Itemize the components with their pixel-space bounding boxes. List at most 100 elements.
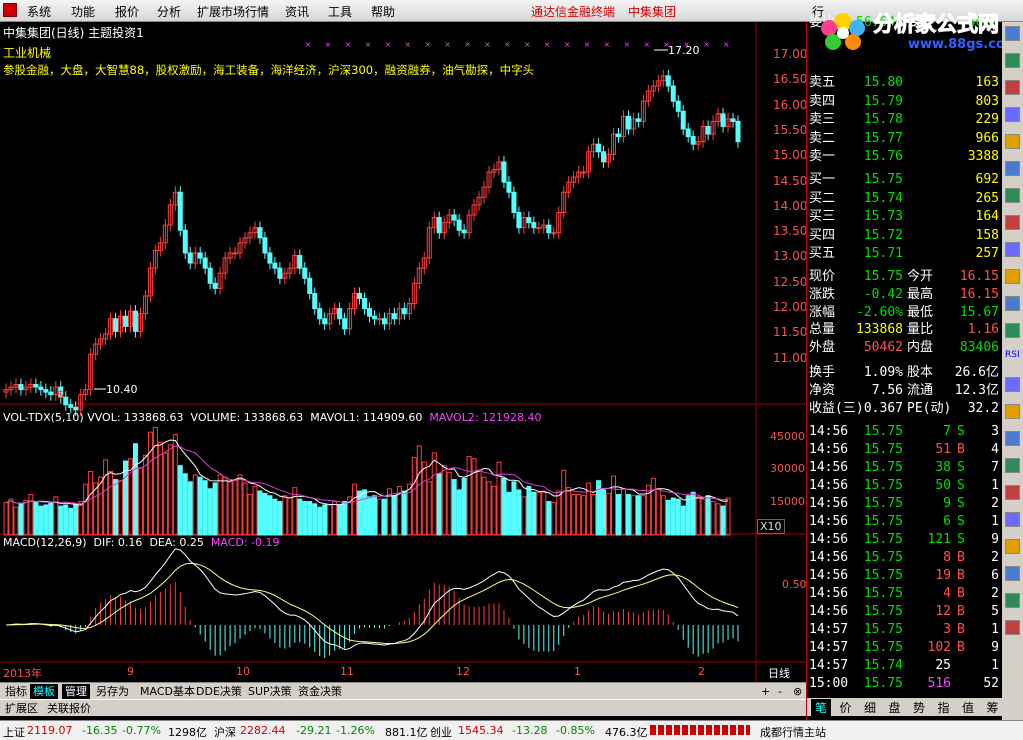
zoom-in-button[interactable]: +	[758, 684, 773, 699]
volume-bar	[705, 495, 711, 536]
sh-change: -16.35	[82, 724, 118, 737]
move-icon[interactable]	[1005, 377, 1020, 392]
f10-icon[interactable]	[1005, 134, 1020, 149]
tick-count: 2	[991, 550, 999, 565]
hand-icon[interactable]	[1005, 485, 1020, 500]
pen-icon[interactable]	[1005, 458, 1020, 473]
stat2-value-2: 32.2	[967, 401, 999, 416]
tick-time: 14:56	[809, 550, 849, 565]
tick-count: 9	[991, 532, 999, 547]
detail-tab-1[interactable]: 价	[836, 699, 856, 716]
back-icon[interactable]	[1005, 593, 1020, 608]
tab-fund[interactable]: 资金决策	[295, 684, 345, 699]
list-icon[interactable]	[1005, 188, 1020, 203]
tick-direction: S	[957, 496, 965, 511]
grid-icon[interactable]	[1005, 215, 1020, 230]
trend-icon[interactable]	[1005, 53, 1020, 68]
bars-icon[interactable]	[1005, 296, 1020, 311]
volume-bar	[700, 498, 706, 536]
fullscreen-icon[interactable]	[1005, 80, 1020, 95]
menu-news[interactable]: 资讯	[285, 3, 309, 20]
kline-chart-area[interactable]: × × × × × × × × × × × × × × × × × × × × × × 中集集团(日线) 主题投资1 工业…	[0, 22, 807, 682]
tick-volume: 19	[935, 568, 951, 583]
tab-dde[interactable]: DDE决策	[193, 684, 245, 699]
chart-canvas[interactable]: × × × × × × × × × × × × × × × × × × × × × ×	[0, 22, 806, 682]
stat-value: -2.60%	[856, 304, 903, 320]
event-marker-icon[interactable]: $	[57, 388, 64, 401]
detail-tab-7[interactable]: 筹	[983, 699, 1003, 716]
chart-line-icon[interactable]	[1005, 269, 1020, 284]
app-icon[interactable]	[3, 3, 17, 17]
volume-bar	[456, 489, 462, 536]
detail-tab-5[interactable]: 指	[934, 699, 954, 716]
tab-manage[interactable]: 管理	[62, 684, 90, 699]
sh-label[interactable]: 上证	[3, 724, 25, 740]
tick-count: 2	[991, 586, 999, 601]
menu-extended-market[interactable]: 扩展市场行情	[197, 3, 269, 20]
search-icon[interactable]	[1005, 161, 1020, 176]
tab-sup[interactable]: SUP决策	[245, 684, 295, 699]
detail-tab-6[interactable]: 值	[958, 699, 978, 716]
candle-body	[272, 262, 278, 269]
menu-help[interactable]: 帮助	[371, 3, 395, 20]
lock-icon[interactable]	[1005, 620, 1020, 635]
volume-bar	[132, 443, 138, 536]
compare-icon[interactable]	[1005, 107, 1020, 122]
candle-body	[262, 237, 268, 254]
candle-body	[73, 406, 79, 411]
menu-tools[interactable]: 工具	[328, 3, 352, 20]
detail-tab-2[interactable]: 细	[860, 699, 880, 716]
signal-marker: ×	[365, 40, 372, 49]
rsi-icon[interactable]: RSI	[1005, 350, 1020, 365]
cursor-icon[interactable]	[1005, 512, 1020, 527]
date-11: 11	[340, 665, 354, 678]
tab-indicator[interactable]: 指标	[2, 684, 30, 699]
candle-body	[232, 252, 238, 255]
candle-body	[401, 308, 407, 315]
cy-label[interactable]: 创业	[430, 724, 452, 740]
tick-time: 14:56	[809, 586, 849, 601]
zoom-in-icon[interactable]	[1005, 404, 1020, 419]
detail-tab-3[interactable]: 盘	[885, 699, 905, 716]
volume-bar	[142, 454, 148, 536]
stat2-value: 7.56	[871, 383, 903, 398]
volume-bar	[436, 473, 442, 536]
menu-icon[interactable]	[1005, 26, 1020, 41]
signal-marker: ×	[643, 40, 650, 49]
detail-tab-4[interactable]: 势	[909, 699, 929, 716]
volume-bar	[38, 505, 44, 536]
menu-quote[interactable]: 报价	[115, 3, 139, 20]
text-icon[interactable]	[1005, 539, 1020, 554]
tick-count: 3	[991, 424, 999, 439]
sh-pct: -0.77%	[122, 724, 161, 737]
tab-linked-quote[interactable]: 关联报价	[44, 701, 94, 716]
volume-bars-group	[3, 427, 731, 536]
tick-volume: 7	[943, 424, 951, 439]
zoom-out-button[interactable]: -	[775, 684, 785, 699]
candle-body	[506, 181, 512, 193]
menu-system[interactable]: 系统	[27, 3, 51, 20]
tab-template[interactable]: 模板	[30, 684, 58, 699]
tab-save-as[interactable]: 另存为	[93, 684, 132, 699]
tab-extension[interactable]: 扩展区	[2, 701, 41, 716]
server-label[interactable]: 成都行情主站	[760, 724, 826, 740]
menu-function[interactable]: 功能	[71, 3, 95, 20]
zoom-out-icon[interactable]	[1005, 431, 1020, 446]
kline-icon[interactable]	[1005, 323, 1020, 338]
menu-analysis[interactable]: 分析	[157, 3, 181, 20]
tick-volume: 121	[927, 532, 951, 547]
volume-bar	[152, 427, 158, 536]
close-panel-button[interactable]: ⊗	[790, 684, 805, 699]
cy-amount: 476.3亿	[605, 726, 648, 739]
period-label[interactable]: 日线	[768, 665, 790, 681]
hs-label[interactable]: 沪深	[214, 724, 236, 740]
help-icon[interactable]	[1005, 566, 1020, 581]
detail-tab-0[interactable]: 笔	[811, 699, 831, 716]
bid-price: 15.72	[863, 227, 903, 243]
volume-bar	[441, 465, 447, 536]
tab-macd-basic[interactable]: MACD基本	[137, 684, 198, 699]
calc-icon[interactable]	[1005, 242, 1020, 257]
volume-bar	[411, 457, 417, 536]
ask-label: 卖一	[809, 149, 836, 164]
signal-marker: ×	[424, 40, 431, 49]
